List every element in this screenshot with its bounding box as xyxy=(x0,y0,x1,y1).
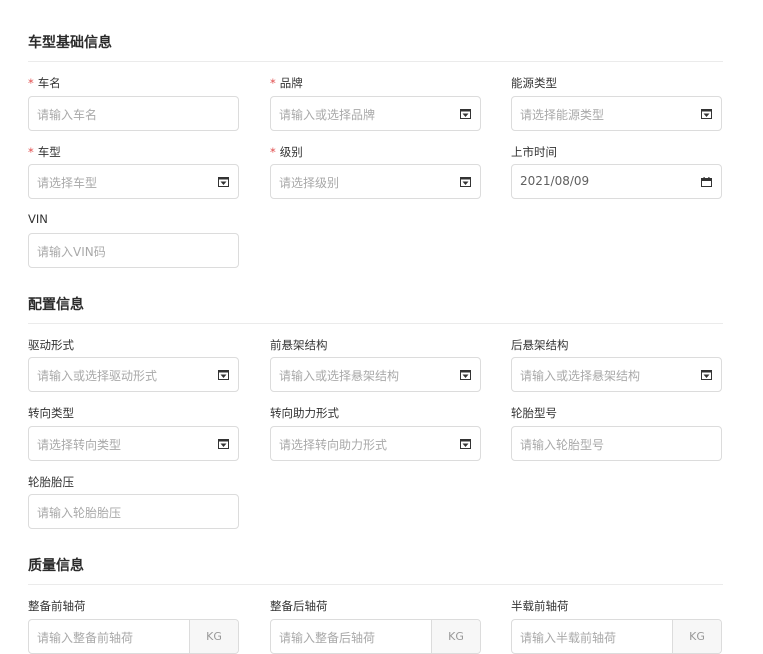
tire-pressure-label: 轮胎胎压 xyxy=(28,475,74,489)
dropdown-arrow-icon[interactable] xyxy=(218,177,229,187)
tire-pressure-input[interactable]: 请输入轮胎胎压 xyxy=(28,494,239,529)
model-label: * 车型 xyxy=(28,144,61,160)
model-label-text: 车型 xyxy=(37,145,61,159)
energy-type-label: 能源类型 xyxy=(511,76,557,90)
dropdown-arrow-icon[interactable] xyxy=(460,177,471,187)
vin-placeholder: 请输入VIN码 xyxy=(37,245,106,259)
steering-type-placeholder: 请选择转向类型 xyxy=(37,438,122,452)
section-title-config-info: 配置信息 xyxy=(28,297,84,313)
half-front-axle-input[interactable]: 请输入半载前轴荷 KG xyxy=(511,619,722,654)
tire-model-placeholder: 请输入轮胎型号 xyxy=(520,438,605,452)
energy-type-select[interactable]: 请选择能源类型 xyxy=(511,96,722,131)
curb-rear-axle-label: 整备后轴荷 xyxy=(270,599,328,613)
power-steering-placeholder: 请选择转向助力形式 xyxy=(279,438,388,452)
unit-addon: KG xyxy=(431,620,480,653)
vin-label: VIN xyxy=(28,212,48,226)
front-suspension-select[interactable]: 请输入或选择悬架结构 xyxy=(270,357,481,392)
dropdown-arrow-icon[interactable] xyxy=(701,109,712,119)
required-mark: * xyxy=(270,145,276,159)
unit-addon: KG xyxy=(189,620,238,653)
required-mark: * xyxy=(270,76,276,90)
drive-form-placeholder: 请输入或选择驱动形式 xyxy=(37,369,158,383)
section-divider xyxy=(28,323,723,324)
unit-addon: KG xyxy=(672,620,721,653)
launch-time-value: 2021/08/09 xyxy=(520,174,590,188)
steering-type-select[interactable]: 请选择转向类型 xyxy=(28,426,239,461)
vin-input[interactable]: 请输入VIN码 xyxy=(28,233,239,268)
rear-suspension-placeholder: 请输入或选择悬架结构 xyxy=(520,369,641,383)
car-name-input[interactable]: 请输入车名 xyxy=(28,96,239,131)
power-steering-label: 转向助力形式 xyxy=(270,406,339,420)
launch-time-label: 上市时间 xyxy=(511,145,557,159)
level-label-text: 级别 xyxy=(279,145,303,159)
required-mark: * xyxy=(28,76,34,90)
drive-form-select[interactable]: 请输入或选择驱动形式 xyxy=(28,357,239,392)
dropdown-arrow-icon[interactable] xyxy=(460,370,471,380)
section-divider xyxy=(28,61,723,62)
required-mark: * xyxy=(28,145,34,159)
rear-suspension-select[interactable]: 请输入或选择悬架结构 xyxy=(511,357,722,392)
tire-model-input[interactable]: 请输入轮胎型号 xyxy=(511,426,722,461)
front-suspension-label: 前悬架结构 xyxy=(270,338,328,352)
brand-label-text: 品牌 xyxy=(279,76,303,90)
level-select[interactable]: 请选择级别 xyxy=(270,164,481,199)
car-name-placeholder: 请输入车名 xyxy=(37,108,98,122)
curb-rear-axle-input[interactable]: 请输入整备后轴荷 KG xyxy=(270,619,481,654)
level-label: * 级别 xyxy=(270,144,303,160)
tire-pressure-placeholder: 请输入轮胎胎压 xyxy=(37,506,122,520)
curb-front-axle-input[interactable]: 请输入整备前轴荷 KG xyxy=(28,619,239,654)
dropdown-arrow-icon[interactable] xyxy=(218,370,229,380)
half-front-axle-label: 半载前轴荷 xyxy=(511,599,569,613)
dropdown-arrow-icon[interactable] xyxy=(460,109,471,119)
dropdown-arrow-icon[interactable] xyxy=(218,439,229,449)
section-divider xyxy=(28,584,723,585)
car-name-label-text: 车名 xyxy=(37,76,61,90)
drive-form-label: 驱动形式 xyxy=(28,338,74,352)
tire-model-label: 轮胎型号 xyxy=(511,406,557,420)
launch-time-datepicker[interactable]: 2021/08/09 xyxy=(511,164,722,199)
rear-suspension-label: 后悬架结构 xyxy=(511,338,569,352)
dropdown-arrow-icon[interactable] xyxy=(460,439,471,449)
steering-type-label: 转向类型 xyxy=(28,406,74,420)
brand-placeholder: 请输入或选择品牌 xyxy=(279,108,376,122)
energy-type-placeholder: 请选择能源类型 xyxy=(520,108,605,122)
car-name-label: * 车名 xyxy=(28,75,61,91)
curb-front-axle-label: 整备前轴荷 xyxy=(28,599,86,613)
dropdown-arrow-icon[interactable] xyxy=(701,370,712,380)
calendar-icon[interactable] xyxy=(701,177,712,187)
model-select[interactable]: 请选择车型 xyxy=(28,164,239,199)
front-suspension-placeholder: 请输入或选择悬架结构 xyxy=(279,369,400,383)
brand-label: * 品牌 xyxy=(270,75,303,91)
model-placeholder: 请选择车型 xyxy=(37,176,98,190)
brand-select[interactable]: 请输入或选择品牌 xyxy=(270,96,481,131)
level-placeholder: 请选择级别 xyxy=(279,176,340,190)
section-title-basic-info: 车型基础信息 xyxy=(28,35,112,51)
power-steering-select[interactable]: 请选择转向助力形式 xyxy=(270,426,481,461)
section-title-quality-info: 质量信息 xyxy=(28,558,84,574)
